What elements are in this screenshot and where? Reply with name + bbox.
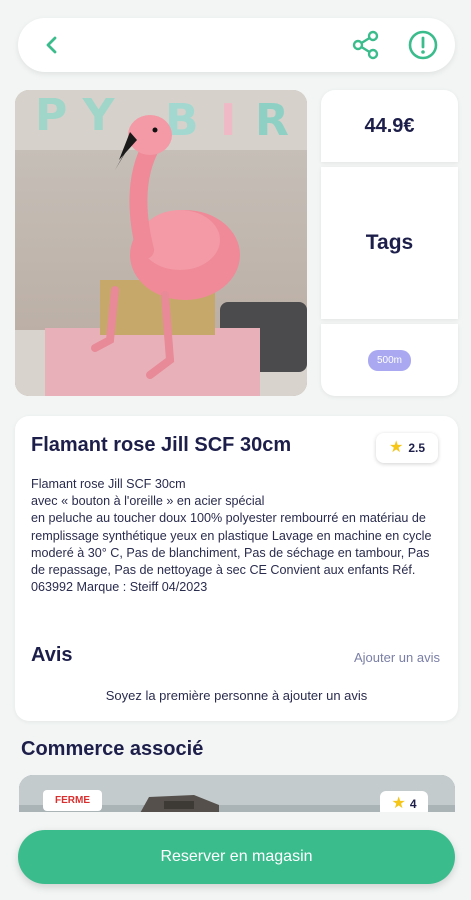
chevron-left-icon[interactable] [38,31,66,59]
no-review-text: Soyez la première personne à ajouter un … [105,688,368,703]
distance-badge: 500m [367,349,411,371]
store-rating-value: 4 [409,797,417,811]
reserve-in-store-button[interactable]: Reserver en magasin [18,830,455,884]
flamingo-plush-image: P Y B I R [15,90,307,396]
svg-text:I: I [220,95,236,146]
star-icon: ★ [391,795,406,812]
top-bar [18,18,455,72]
rating-value: 2.5 [408,441,426,455]
tags-card[interactable]: Tags [321,167,458,319]
product-description: Flamant rose Jill SCF 30cm avec « bouton… [31,477,432,595]
product-photo[interactable]: P Y B I R [15,90,307,396]
star-icon: ★ [388,439,404,456]
distance-card: 500m [321,324,458,396]
product-title: Flamant rose Jill SCF 30cm [31,434,292,456]
tags-label: Tags [365,231,414,254]
store-status-badge: FERME [43,790,102,811]
alert-circle-icon[interactable] [407,29,439,61]
product-info-card: Flamant rose Jill SCF 30cm ★ 2.5 Flamant… [15,416,458,721]
rating-badge: ★ 2.5 [376,433,438,463]
add-review-link[interactable]: Ajouter un avis [354,650,440,665]
price-label: 44.9€ [364,114,415,137]
reviews-title: Avis [31,644,73,666]
svg-text:R: R [255,95,289,146]
share-icon[interactable] [350,29,382,61]
price-card: 44.9€ [321,90,458,162]
associated-store-title: Commerce associé [21,738,204,760]
svg-text:P Y: P Y [35,90,116,141]
